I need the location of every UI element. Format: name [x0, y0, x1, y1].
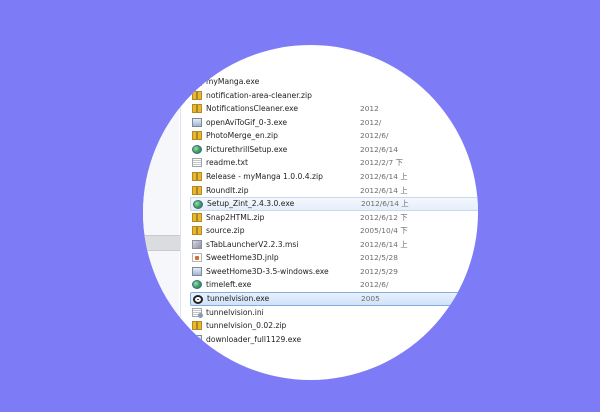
file-name: Release - myManga 1.0.0.4.zip	[206, 171, 323, 181]
file-row[interactable]: RoundIt.zip 2012/6/14 上	[190, 184, 478, 198]
file-name: notification-area-cleaner.zip	[206, 90, 312, 100]
file-name: readme.txt	[206, 158, 249, 168]
navigation-pane[interactable]	[143, 45, 180, 380]
file-row[interactable]: source.zip 2005/10/4 下	[190, 224, 478, 238]
file-row[interactable]: PicturethrillSetup.exe 2012/6/14	[190, 143, 478, 157]
installer-globe-icon	[192, 144, 202, 154]
file-row[interactable]: Setup_Zint_2.4.3.0.exe 2012/6/14 上	[190, 197, 478, 211]
file-date-modified: 2012/2/7 下	[360, 158, 403, 168]
file-date-modified: 2012/6/14 上	[360, 171, 408, 181]
text-file-icon	[192, 158, 202, 168]
file-row[interactable]: SweetHome3D.jnlp 2012/5/28	[190, 251, 478, 265]
zip-folder-icon	[192, 321, 202, 331]
file-row[interactable]: openAviToGif_0-3.exe 2012/	[190, 116, 478, 130]
zip-folder-icon	[192, 212, 202, 222]
file-name: PicturethrillSetup.exe	[206, 144, 288, 154]
file-row[interactable]: sTabLauncherV2.2.3.msi 2012/6/14 上	[190, 238, 478, 252]
file-name: downloader_full1129.exe	[206, 334, 302, 344]
file-row[interactable]: PhotoMerge_en.zip 2012/6/	[190, 129, 478, 143]
navigation-selected-item[interactable]	[143, 235, 180, 251]
magnifier-lens: myManga.exe notification-area-cleaner.zip…	[143, 45, 478, 380]
file-row[interactable]: readme.txt 2012/2/7 下	[190, 156, 478, 170]
file-list: myManga.exe notification-area-cleaner.zip…	[190, 75, 478, 346]
settings-file-icon	[192, 307, 203, 318]
zip-folder-icon	[192, 185, 202, 195]
file-name: Snap2HTML.zip	[206, 212, 265, 222]
file-name: SweetHome3D-3.5-windows.exe	[206, 266, 329, 276]
application-icon	[192, 266, 202, 276]
file-date-modified: 2012/	[360, 117, 382, 127]
file-date-modified: 2012/6/	[360, 131, 389, 141]
file-date-modified: 2005/10/4 下	[360, 226, 408, 236]
file-row[interactable]: myManga.exe	[190, 75, 478, 89]
file-row[interactable]: downloader_full1129.exe	[190, 333, 478, 347]
file-row[interactable]: SweetHome3D-3.5-windows.exe 2012/5/29	[190, 265, 478, 279]
zip-folder-icon	[192, 171, 202, 181]
file-name: RoundIt.zip	[206, 185, 249, 195]
file-date-modified: 2012	[360, 104, 379, 114]
file-date-modified: 2012/6/	[360, 280, 389, 290]
file-date-modified: 2012/6/12 下	[360, 212, 408, 222]
file-row[interactable]: tunnelvision.exe 2005	[190, 292, 478, 306]
file-date-modified: 2012/6/14	[360, 144, 398, 154]
file-name: PhotoMerge_en.zip	[206, 131, 278, 141]
file-date-modified: 2012/6/14 上	[360, 185, 408, 195]
file-row[interactable]: notification-area-cleaner.zip	[190, 89, 478, 103]
file-row[interactable]: NotificationsCleaner.exe 2012	[190, 102, 478, 116]
file-date-modified: 2012/6/14 上	[361, 199, 409, 209]
installer-globe-icon	[193, 200, 203, 210]
file-date-modified: 2012/5/29	[360, 266, 398, 276]
file-date-modified: 2005	[361, 294, 380, 303]
file-name: tunnelvision_0.02.zip	[206, 321, 287, 331]
file-row[interactable]: Snap2HTML.zip 2012/6/12 下	[190, 211, 478, 225]
file-name: Setup_Zint_2.4.3.0.exe	[207, 199, 295, 209]
file-name: NotificationsCleaner.exe	[206, 104, 299, 114]
application-icon	[192, 117, 202, 127]
target-app-icon	[193, 295, 203, 304]
zip-folder-icon	[192, 90, 202, 100]
zip-folder-icon	[192, 226, 202, 236]
file-name: openAviToGif_0-3.exe	[206, 117, 288, 127]
installer-globe-icon	[192, 280, 202, 290]
zip-folder-icon	[192, 131, 202, 141]
file-row[interactable]: timeleft.exe 2012/6/	[190, 278, 478, 292]
file-name: source.zip	[206, 226, 245, 236]
file-row[interactable]: Release - myManga 1.0.0.4.zip 2012/6/14 上	[190, 170, 478, 184]
pane-divider[interactable]	[180, 45, 181, 380]
file-name: tunnelvision.ini	[206, 307, 264, 317]
file-date-modified: 2012/5/28	[360, 253, 398, 263]
file-name: sTabLauncherV2.2.3.msi	[206, 239, 299, 249]
manga-app-icon	[192, 77, 202, 86]
file-row[interactable]: tunnelvision_0.02.zip	[190, 319, 478, 333]
file-name: tunnelvision.exe	[207, 294, 270, 303]
file-name: myManga.exe	[206, 77, 260, 86]
application-icon	[192, 334, 202, 344]
file-name: SweetHome3D.jnlp	[206, 253, 279, 263]
zip-folder-icon	[192, 104, 202, 114]
file-date-modified: 2012/6/14 上	[360, 239, 408, 249]
file-name: timeleft.exe	[206, 280, 252, 290]
jnlp-file-icon	[192, 253, 202, 263]
file-row[interactable]: tunnelvision.ini	[190, 306, 478, 320]
msi-package-icon	[192, 239, 202, 249]
